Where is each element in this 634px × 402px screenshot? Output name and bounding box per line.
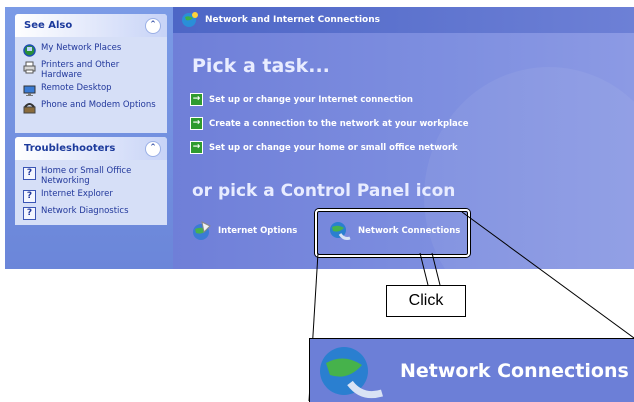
troubleshooters-panel: Troubleshooters ⌃ ? Home or Small Office… — [15, 137, 167, 225]
troubleshooters-header[interactable]: Troubleshooters ⌃ — [15, 137, 167, 160]
internet-options-label: Internet Options — [218, 226, 298, 236]
see-also-item-label: Printers and Other Hardware — [41, 60, 120, 80]
troubleshooter-item-label: Network Diagnostics — [41, 206, 129, 216]
see-also-item-label: Phone and Modem Options — [41, 100, 156, 110]
see-also-item-label: Remote Desktop — [41, 83, 112, 93]
internet-options-icon — [193, 221, 211, 240]
see-also-item-label: My Network Places — [41, 43, 122, 53]
category-header: Network and Internet Connections — [173, 7, 634, 33]
see-also-item-phone-modem[interactable]: Phone and Modem Options — [23, 100, 161, 114]
see-also-panel: See Also ⌃ My Network Places Printers an… — [15, 14, 167, 133]
click-callout: Click — [386, 285, 466, 317]
arrow-right-icon: → — [190, 93, 203, 106]
task-home-network[interactable]: → Set up or change your home or small of… — [190, 141, 458, 154]
left-task-pane: See Also ⌃ My Network Places Printers an… — [5, 7, 173, 269]
task-label: Set up or change your Internet connectio… — [209, 94, 413, 105]
collapse-icon[interactable]: ⌃ — [145, 140, 161, 157]
troubleshooter-item-internet-explorer[interactable]: ? Internet Explorer — [23, 189, 161, 203]
printer-icon — [23, 61, 36, 74]
task-workplace-connection[interactable]: → Create a connection to the network at … — [190, 117, 469, 130]
highlight-outline — [315, 209, 470, 257]
help-icon: ? — [23, 207, 36, 220]
troubleshooter-item-home-network[interactable]: ? Home or Small Office Networking — [23, 166, 161, 186]
phone-icon — [23, 103, 36, 114]
arrow-right-icon: → — [190, 117, 203, 130]
help-icon: ? — [23, 167, 36, 180]
network-category-icon — [182, 12, 198, 27]
troubleshooter-item-label: Home or Small Office Networking — [41, 166, 132, 186]
zoomed-network-connections: Network Connections — [309, 338, 634, 402]
internet-options-item[interactable]: Internet Options — [190, 220, 297, 242]
see-also-item-printers[interactable]: Printers and Other Hardware — [23, 60, 161, 80]
zoomed-network-connections-label: Network Connections — [400, 359, 629, 382]
network-connections-icon — [320, 346, 384, 398]
see-also-item-my-network-places[interactable]: My Network Places — [23, 43, 161, 57]
task-label: Create a connection to the network at yo… — [209, 118, 469, 129]
see-also-title: See Also — [24, 20, 73, 31]
task-internet-connection[interactable]: → Set up or change your Internet connect… — [190, 93, 413, 106]
remote-desktop-icon — [23, 85, 36, 96]
pick-task-heading: Pick a task... — [192, 55, 330, 77]
arrow-right-icon: → — [190, 141, 203, 154]
see-also-header[interactable]: See Also ⌃ — [15, 14, 167, 37]
task-label: Set up or change your home or small offi… — [209, 142, 458, 153]
network-places-icon — [23, 44, 36, 57]
see-also-item-remote-desktop[interactable]: Remote Desktop — [23, 83, 161, 97]
troubleshooter-item-network-diagnostics[interactable]: ? Network Diagnostics — [23, 206, 161, 220]
help-icon: ? — [23, 190, 36, 203]
troubleshooter-item-label: Internet Explorer — [41, 189, 113, 199]
troubleshooters-title: Troubleshooters — [24, 143, 116, 154]
category-title: Network and Internet Connections — [205, 15, 380, 25]
pick-icon-heading: or pick a Control Panel icon — [192, 181, 456, 201]
collapse-icon[interactable]: ⌃ — [145, 17, 161, 34]
